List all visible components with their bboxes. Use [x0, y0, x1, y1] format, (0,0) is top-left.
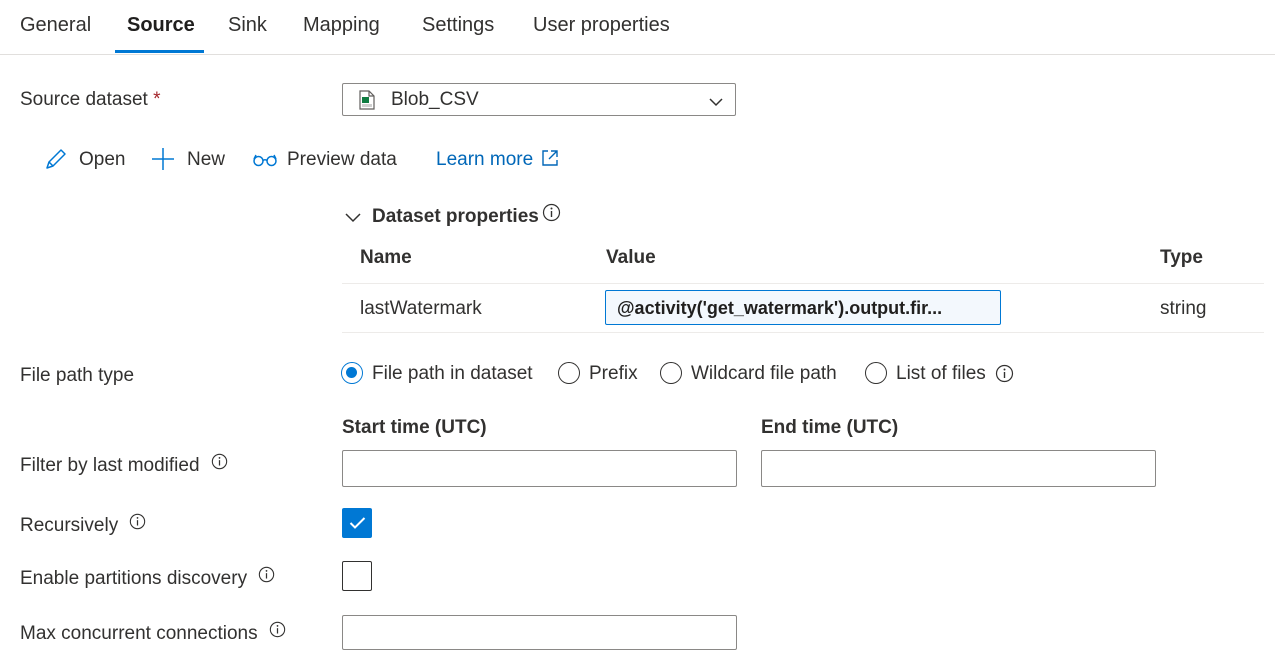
new-button[interactable]: New [150, 146, 230, 174]
start-time-input[interactable] [342, 450, 737, 487]
radio-label: Prefix [589, 363, 638, 384]
property-name: lastWatermark [360, 298, 482, 319]
tab-settings[interactable]: Settings [422, 14, 494, 37]
property-value-text: @activity('get_watermark').output.fir... [617, 298, 943, 318]
column-header-type: Type [1160, 247, 1203, 268]
info-icon [211, 454, 227, 470]
glasses-icon [253, 154, 277, 167]
end-time-input[interactable] [761, 450, 1156, 487]
table-divider [342, 283, 1264, 284]
recursively-checkbox[interactable] [342, 508, 372, 538]
plus-icon [152, 148, 174, 170]
radio-unselected-icon [558, 362, 580, 384]
tab-mapping[interactable]: Mapping [303, 14, 380, 37]
open-button[interactable]: Open [43, 146, 133, 174]
partitions-discovery-checkbox[interactable] [342, 561, 372, 591]
learn-more-label: Learn more [436, 149, 534, 170]
radio-label: Wildcard file path [691, 363, 837, 384]
info-icon [259, 567, 275, 583]
source-dataset-dropdown[interactable]: Blob_CSV [342, 83, 736, 116]
end-time-label: End time (UTC) [761, 417, 899, 438]
column-header-name: Name [360, 247, 412, 268]
radio-unselected-icon [660, 362, 682, 384]
checkmark-icon [349, 517, 366, 529]
chevron-down-icon [345, 213, 361, 223]
radio-wildcard-file-path[interactable]: Wildcard file path [660, 362, 850, 388]
tab-general[interactable]: General [20, 14, 91, 37]
tab-source[interactable]: Source [127, 14, 195, 37]
dataset-properties-title: Dataset properties [372, 206, 539, 227]
dataset-properties-toggle[interactable]: Dataset properties [344, 203, 584, 231]
max-connections-input[interactable] [342, 615, 737, 650]
info-icon [130, 514, 146, 530]
partitions-discovery-label: Enable partitions discovery [20, 567, 275, 590]
info-icon [269, 622, 286, 638]
source-dataset-label-text: Source dataset [20, 89, 148, 110]
tab-bar: General Source Sink Mapping Settings Use… [0, 0, 1275, 55]
open-label: Open [79, 149, 126, 170]
chevron-down-icon [709, 94, 723, 112]
max-connections-label: Max concurrent connections [20, 622, 286, 645]
property-value-input[interactable]: @activity('get_watermark').output.fir... [605, 290, 1001, 325]
radio-list-of-files[interactable]: List of files [865, 362, 1015, 388]
file-path-type-label: File path type [20, 365, 135, 386]
column-header-value: Value [606, 247, 656, 268]
filter-last-modified-label: Filter by last modified [20, 454, 228, 477]
csv-file-icon [359, 90, 375, 115]
property-type: string [1160, 298, 1207, 319]
required-marker: * [153, 89, 161, 110]
preview-data-button[interactable]: Preview data [252, 146, 402, 174]
max-connections-text: Max concurrent connections [20, 623, 258, 644]
tab-user-properties[interactable]: User properties [533, 14, 670, 37]
preview-data-label: Preview data [287, 149, 397, 170]
new-label: New [187, 149, 226, 170]
recursively-label: Recursively [20, 514, 146, 537]
radio-unselected-icon [865, 362, 887, 384]
info-icon [995, 364, 1014, 383]
radio-file-path-in-dataset[interactable]: File path in dataset [341, 362, 541, 388]
partitions-discovery-text: Enable partitions discovery [20, 568, 248, 589]
source-dataset-value: Blob_CSV [391, 89, 479, 110]
recursively-text: Recursively [20, 515, 119, 536]
external-link-icon [542, 150, 558, 166]
radio-prefix[interactable]: Prefix [558, 362, 643, 388]
pencil-icon [46, 149, 66, 169]
learn-more-link[interactable]: Learn more [436, 146, 566, 174]
tab-sink[interactable]: Sink [228, 14, 267, 37]
radio-label: File path in dataset [372, 363, 533, 384]
table-divider [342, 332, 1264, 333]
filter-last-modified-text: Filter by last modified [20, 455, 200, 476]
radio-selected-icon [341, 362, 363, 384]
active-tab-indicator [115, 50, 204, 53]
start-time-label: Start time (UTC) [342, 417, 487, 438]
radio-label: List of files [896, 363, 986, 384]
source-dataset-label: Source dataset * [20, 89, 161, 111]
info-icon [542, 203, 561, 222]
